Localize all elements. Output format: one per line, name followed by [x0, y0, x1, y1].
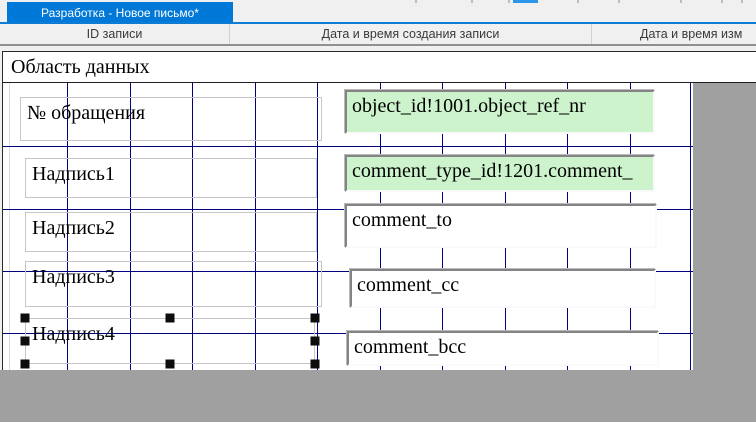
field-comment-type[interactable]: comment_type_id!1201.comment_	[345, 155, 655, 192]
handle-top-right[interactable]	[310, 313, 320, 323]
handle-bottom-center[interactable]	[165, 359, 175, 369]
field-object-ref-nr[interactable]: object_id!1001.object_ref_nr	[345, 90, 655, 134]
label-nadpis4-selected[interactable]: Надпись4	[25, 318, 315, 364]
column-header-created[interactable]: Дата и время создания записи	[230, 24, 592, 44]
field-comment-to[interactable]: comment_to	[345, 204, 657, 248]
handle-bottom-right[interactable]	[310, 359, 320, 369]
label-request-number[interactable]: № обращения	[20, 97, 322, 141]
handle-top-left[interactable]	[20, 313, 30, 323]
designer-window: Разработка - Новое письмо* ID записи Дат…	[0, 0, 756, 422]
label-nadpis2[interactable]: Надпись2	[25, 212, 317, 252]
label-nadpis1[interactable]: Надпись1	[25, 158, 317, 198]
ruler-highlight	[513, 0, 538, 3]
grid-column-header-row: ID записи Дата и время создания записи Д…	[0, 24, 756, 46]
label-nadpis3[interactable]: Надпись3	[25, 261, 322, 307]
handle-top-center[interactable]	[165, 313, 175, 323]
design-canvas[interactable]: № обращения Надпись1 Надпись2 Надпись3 Н…	[3, 83, 693, 370]
handle-mid-left[interactable]	[20, 336, 30, 346]
band-data-area[interactable]: Область данных	[2, 51, 756, 84]
column-header-record-id[interactable]: ID записи	[0, 24, 230, 44]
workspace-outside-bottom	[0, 370, 756, 422]
handle-mid-right[interactable]	[310, 336, 320, 346]
page-margin-line	[9, 83, 10, 370]
handle-bottom-left[interactable]	[20, 359, 30, 369]
tab-development[interactable]: Разработка - Новое письмо*	[7, 2, 233, 23]
column-header-modified[interactable]: Дата и время изм	[592, 24, 756, 44]
field-comment-cc[interactable]: comment_cc	[350, 269, 656, 308]
workspace-outside-right	[693, 83, 756, 370]
field-comment-bcc[interactable]: comment_bcc	[347, 331, 659, 366]
